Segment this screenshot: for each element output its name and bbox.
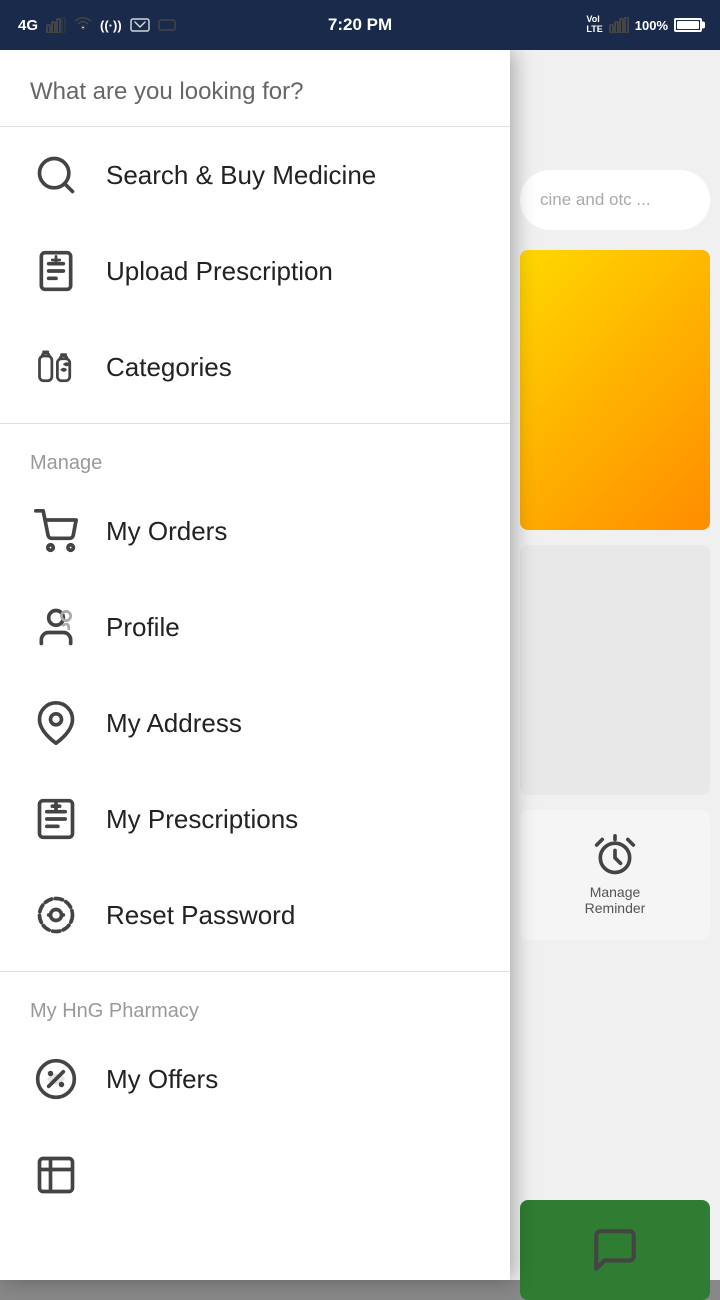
section-divider-1 <box>0 423 510 424</box>
pharmacy-section: My HnG Pharmacy My Offers <box>0 980 510 1231</box>
menu-item-my-prescriptions[interactable]: My Prescriptions <box>0 771 510 867</box>
menu-item-search-buy[interactable]: Search & Buy Medicine <box>0 127 510 223</box>
battery-icon <box>674 18 702 32</box>
bg-whatsapp <box>520 1200 710 1300</box>
categories-label: Categories <box>106 352 232 383</box>
location-icon <box>30 697 82 749</box>
my-offers-label: My Offers <box>106 1064 218 1095</box>
signal-4g: 4G <box>18 17 38 34</box>
cart-icon <box>30 505 82 557</box>
menu-item-reset-password[interactable]: Reset Password <box>0 867 510 963</box>
wifi-icon <box>74 15 92 35</box>
bg-search-bar: cine and otc ... <box>520 170 710 230</box>
prescriptions-icon <box>30 793 82 845</box>
my-orders-label: My Orders <box>106 516 227 547</box>
menu-item-upload-prescription[interactable]: Upload Prescription <box>0 223 510 319</box>
upload-prescription-label: Upload Prescription <box>106 256 333 287</box>
bg-banner2 <box>520 545 710 795</box>
my-prescriptions-label: My Prescriptions <box>106 804 298 835</box>
nfc-icon: ((·)) <box>100 18 122 33</box>
profile-label: Profile <box>106 612 180 643</box>
menu-item-my-address[interactable]: My Address <box>0 675 510 771</box>
drawer-header: What are you looking for? <box>0 50 510 127</box>
search-icon <box>30 149 82 201</box>
bg-reminder: ManageReminder <box>520 810 710 940</box>
status-bar: 4G ((·)) 7:20 PM Vol LTE <box>0 0 720 50</box>
top-menu-section: Search & Buy Medicine Upload Prescriptio… <box>0 127 510 415</box>
status-time: 7:20 PM <box>328 15 392 35</box>
menu-item-my-orders[interactable]: My Orders <box>0 483 510 579</box>
prescription-doc-icon <box>30 245 82 297</box>
reminder-label: ManageReminder <box>585 884 646 916</box>
categories-icon <box>30 341 82 393</box>
vol-lte-icon: Vol LTE <box>586 15 602 35</box>
extra-icon <box>30 1149 82 1201</box>
reset-password-label: Reset Password <box>106 900 295 931</box>
status-right: Vol LTE 100% <box>586 15 702 35</box>
battery-percentage: 100% <box>635 18 668 33</box>
menu-item-categories[interactable]: Categories <box>0 319 510 415</box>
menu-item-profile[interactable]: Profile <box>0 579 510 675</box>
menu-item-my-offers[interactable]: My Offers <box>0 1031 510 1127</box>
side-drawer: What are you looking for? Search & Buy M… <box>0 50 510 1280</box>
my-address-label: My Address <box>106 708 242 739</box>
bg-banner1 <box>520 250 710 530</box>
section-divider-2 <box>0 971 510 972</box>
password-icon <box>30 889 82 941</box>
pharmacy-section-title: My HnG Pharmacy <box>0 980 510 1031</box>
profile-icon <box>30 601 82 653</box>
manage-section: Manage My Orders <box>0 432 510 963</box>
search-buy-label: Search & Buy Medicine <box>106 160 376 191</box>
drawer-header-question: What are you looking for? <box>30 78 480 106</box>
offers-icon <box>30 1053 82 1105</box>
manage-section-title: Manage <box>0 432 510 483</box>
menu-item-extra[interactable] <box>0 1127 510 1231</box>
status-left: 4G ((·)) <box>18 15 176 35</box>
